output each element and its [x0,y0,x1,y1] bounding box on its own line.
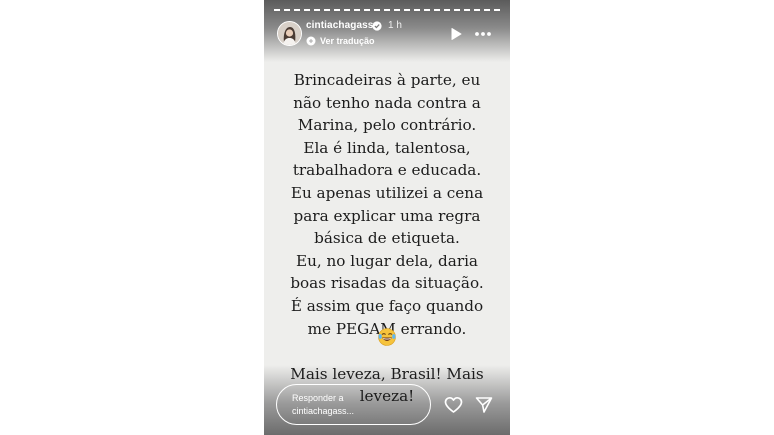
reply-placeholder: Responder a [292,393,344,403]
story-text-line: boas risadas da situação. [290,274,484,293]
story-progress-bar [274,9,500,11]
laughing-tears-emoji [378,328,396,346]
story-text: Brincadeiras à parte, eu não tenho nada … [264,69,510,408]
story-text-line: básica de etiqueta. [314,229,460,248]
story-text-line: É assim que faço quando [290,296,484,315]
play-icon[interactable] [449,27,463,41]
send-icon[interactable] [475,396,493,414]
more-options-icon[interactable] [474,27,492,41]
post-time: 1 h [388,20,402,31]
heart-icon[interactable] [444,396,463,414]
translate-label: Ver tradução [320,36,375,46]
story-text-line: trabalhadora e educada. [292,161,482,180]
translate-link[interactable]: Ver tradução [306,35,375,47]
story-text-line: Eu, no lugar dela, daria [295,251,478,270]
username[interactable]: cintiachagass [306,20,373,31]
story-text-line: para explicar uma regra [293,206,481,225]
reply-placeholder-username: cintiachagass... [292,406,355,416]
story-text-line: Brincadeiras à parte, eu [293,71,481,89]
story-text-line: Eu apenas utilizei a cena [290,183,484,202]
reply-input[interactable]: Responder a cintiachagass... [276,384,431,425]
verified-badge-icon [372,21,382,31]
avatar[interactable] [277,21,302,46]
story-text-line: Marina, pelo contrário. [297,116,477,135]
story-text-line: não tenho nada contra a [293,93,481,112]
globe-icon [306,36,316,46]
story-viewer: cintiachagass 1 h Ver tradução Brincadei… [264,0,510,435]
story-text-line: Ela é linda, talentosa, [303,138,471,157]
story-text-line: Mais leveza, Brasil! Mais [290,364,484,383]
